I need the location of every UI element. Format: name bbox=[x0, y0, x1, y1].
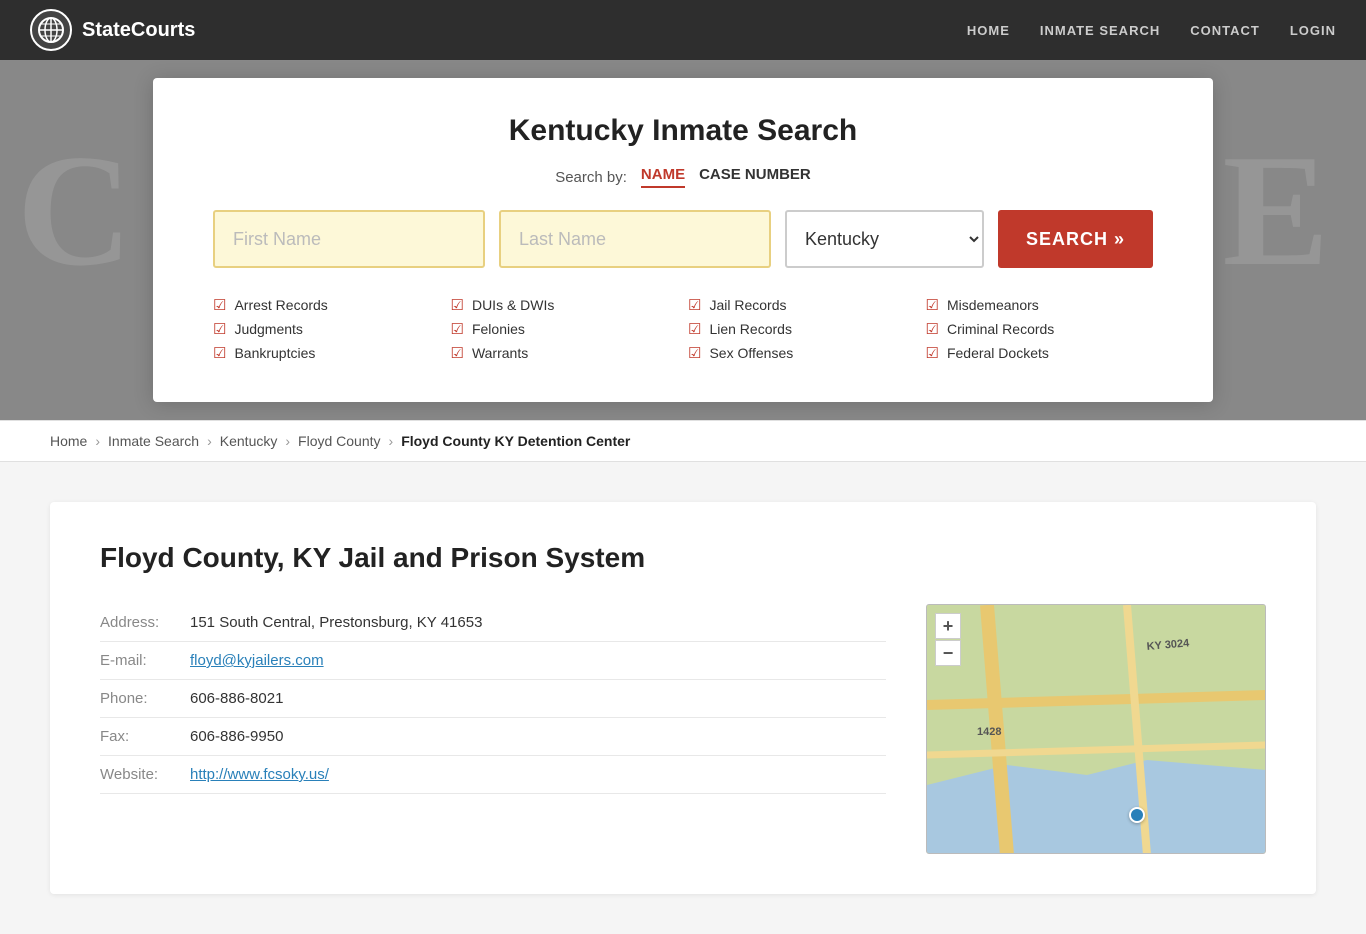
state-select[interactable]: Kentucky Alabama Alaska Arizona Arkansas… bbox=[785, 210, 984, 268]
facility-title: Floyd County, KY Jail and Prison System bbox=[100, 542, 1266, 574]
first-name-input[interactable] bbox=[213, 210, 485, 268]
checkbox-label-warrants: Warrants bbox=[472, 345, 528, 361]
breadcrumb-home[interactable]: Home bbox=[50, 433, 87, 449]
breadcrumb: Home › Inmate Search › Kentucky › Floyd … bbox=[0, 420, 1366, 462]
checkbox-lien: ☑ Lien Records bbox=[688, 320, 916, 338]
breadcrumb-sep-4: › bbox=[389, 433, 394, 449]
checkbox-label-jail: Jail Records bbox=[709, 297, 786, 313]
checkbox-jail: ☑ Jail Records bbox=[688, 296, 916, 314]
search-by-label: Search by: bbox=[555, 169, 627, 186]
website-link[interactable]: http://www.fcsoky.us/ bbox=[190, 766, 329, 783]
breadcrumb-current: Floyd County KY Detention Center bbox=[401, 433, 630, 449]
breadcrumb-sep-1: › bbox=[95, 433, 100, 449]
checkbox-arrest: ☑ Arrest Records bbox=[213, 296, 441, 314]
checkbox-label-misdemeanors: Misdemeanors bbox=[947, 297, 1039, 313]
main-content: Floyd County, KY Jail and Prison System … bbox=[0, 462, 1366, 934]
checkbox-bankruptcies: ☑ Bankruptcies bbox=[213, 344, 441, 362]
phone-label: Phone: bbox=[100, 690, 190, 707]
checkbox-misdemeanors: ☑ Misdemeanors bbox=[926, 296, 1154, 314]
info-table: Address: 151 South Central, Prestonsburg… bbox=[100, 604, 886, 854]
search-card: Kentucky Inmate Search Search by: NAME C… bbox=[153, 78, 1213, 402]
breadcrumb-kentucky[interactable]: Kentucky bbox=[220, 433, 278, 449]
check-icon-jail: ☑ bbox=[688, 296, 701, 314]
check-icon-felonies: ☑ bbox=[451, 320, 464, 338]
check-icon-criminal: ☑ bbox=[926, 320, 939, 338]
breadcrumb-floyd-county[interactable]: Floyd County bbox=[298, 433, 380, 449]
checkbox-label-duis: DUIs & DWIs bbox=[472, 297, 554, 313]
checkbox-label-arrest: Arrest Records bbox=[234, 297, 327, 313]
address-value: 151 South Central, Prestonsburg, KY 4165… bbox=[190, 614, 482, 631]
logo-text: StateCourts bbox=[82, 19, 195, 42]
svg-text:1428: 1428 bbox=[977, 726, 1001, 738]
checkbox-col-4: ☑ Misdemeanors ☑ Criminal Records ☑ Fede… bbox=[926, 296, 1154, 362]
nav-inmate-search[interactable]: INMATE SEARCH bbox=[1040, 23, 1160, 38]
hero-background: COURTHOUSE Kentucky Inmate Search Search… bbox=[0, 0, 1366, 420]
tab-case-number[interactable]: CASE NUMBER bbox=[699, 166, 811, 188]
checkbox-judgments: ☑ Judgments bbox=[213, 320, 441, 338]
email-label: E-mail: bbox=[100, 652, 190, 669]
phone-row: Phone: 606-886-8021 bbox=[100, 680, 886, 718]
check-icon-lien: ☑ bbox=[688, 320, 701, 338]
nav-login[interactable]: LOGIN bbox=[1290, 23, 1336, 38]
checkbox-sex: ☑ Sex Offenses bbox=[688, 344, 916, 362]
nav-links: HOME INMATE SEARCH CONTACT LOGIN bbox=[967, 23, 1336, 38]
check-icon-arrest: ☑ bbox=[213, 296, 226, 314]
checkbox-felonies: ☑ Felonies bbox=[451, 320, 679, 338]
website-label: Website: bbox=[100, 766, 190, 783]
checkbox-label-sex: Sex Offenses bbox=[709, 345, 793, 361]
fax-value: 606-886-9950 bbox=[190, 728, 283, 745]
checkbox-col-1: ☑ Arrest Records ☑ Judgments ☑ Bankruptc… bbox=[213, 296, 441, 362]
map-location-dot bbox=[1129, 807, 1145, 823]
checkbox-col-2: ☑ DUIs & DWIs ☑ Felonies ☑ Warrants bbox=[451, 296, 679, 362]
breadcrumb-inmate-search[interactable]: Inmate Search bbox=[108, 433, 199, 449]
checkbox-col-3: ☑ Jail Records ☑ Lien Records ☑ Sex Offe… bbox=[688, 296, 916, 362]
check-icon-sex: ☑ bbox=[688, 344, 701, 362]
info-layout: Address: 151 South Central, Prestonsburg… bbox=[100, 604, 1266, 854]
tab-name[interactable]: NAME bbox=[641, 166, 685, 188]
checkbox-label-judgments: Judgments bbox=[234, 321, 302, 337]
fax-label: Fax: bbox=[100, 728, 190, 745]
header: StateCourts HOME INMATE SEARCH CONTACT L… bbox=[0, 0, 1366, 60]
checkbox-label-federal: Federal Dockets bbox=[947, 345, 1049, 361]
phone-value: 606-886-8021 bbox=[190, 690, 283, 707]
logo-area: StateCourts bbox=[30, 9, 195, 51]
email-link[interactable]: floyd@kyjailers.com bbox=[190, 652, 324, 669]
search-inputs-row: Kentucky Alabama Alaska Arizona Arkansas… bbox=[213, 210, 1153, 268]
logo-icon bbox=[30, 9, 72, 51]
check-icon-warrants: ☑ bbox=[451, 344, 464, 362]
check-icon-misdemeanors: ☑ bbox=[926, 296, 939, 314]
map-zoom-out[interactable]: − bbox=[935, 640, 961, 666]
breadcrumb-sep-2: › bbox=[207, 433, 212, 449]
check-icon-duis: ☑ bbox=[451, 296, 464, 314]
search-button[interactable]: SEARCH » bbox=[998, 210, 1153, 268]
checkbox-label-criminal: Criminal Records bbox=[947, 321, 1054, 337]
checkbox-criminal: ☑ Criminal Records bbox=[926, 320, 1154, 338]
fax-row: Fax: 606-886-9950 bbox=[100, 718, 886, 756]
map-zoom-controls: + − bbox=[935, 613, 961, 666]
check-icon-federal: ☑ bbox=[926, 344, 939, 362]
checkbox-federal: ☑ Federal Dockets bbox=[926, 344, 1154, 362]
content-card: Floyd County, KY Jail and Prison System … bbox=[50, 502, 1316, 894]
checkbox-duis: ☑ DUIs & DWIs bbox=[451, 296, 679, 314]
check-icon-judgments: ☑ bbox=[213, 320, 226, 338]
checkbox-label-felonies: Felonies bbox=[472, 321, 525, 337]
map-zoom-in[interactable]: + bbox=[935, 613, 961, 639]
address-label: Address: bbox=[100, 614, 190, 631]
map-container: KY 3024 1428 + − bbox=[926, 604, 1266, 854]
search-card-title: Kentucky Inmate Search bbox=[213, 114, 1153, 148]
map-placeholder: KY 3024 1428 + − bbox=[927, 605, 1265, 853]
address-row: Address: 151 South Central, Prestonsburg… bbox=[100, 604, 886, 642]
breadcrumb-sep-3: › bbox=[285, 433, 290, 449]
checkbox-grid: ☑ Arrest Records ☑ Judgments ☑ Bankruptc… bbox=[213, 296, 1153, 362]
check-icon-bankruptcies: ☑ bbox=[213, 344, 226, 362]
email-row: E-mail: floyd@kyjailers.com bbox=[100, 642, 886, 680]
nav-home[interactable]: HOME bbox=[967, 23, 1010, 38]
website-row: Website: http://www.fcsoky.us/ bbox=[100, 756, 886, 794]
checkbox-warrants: ☑ Warrants bbox=[451, 344, 679, 362]
last-name-input[interactable] bbox=[499, 210, 771, 268]
nav-contact[interactable]: CONTACT bbox=[1190, 23, 1260, 38]
search-by-row: Search by: NAME CASE NUMBER bbox=[213, 166, 1153, 188]
checkbox-label-lien: Lien Records bbox=[709, 321, 792, 337]
checkbox-label-bankruptcies: Bankruptcies bbox=[234, 345, 315, 361]
